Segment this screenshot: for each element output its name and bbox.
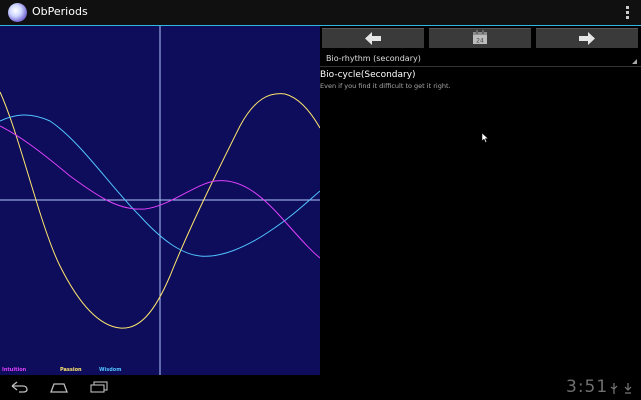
content-heading: Bio-cycle(Secondary) bbox=[320, 70, 416, 80]
home-icon[interactable] bbox=[50, 381, 68, 393]
arrow-left-icon bbox=[365, 32, 381, 45]
legend-intuition: Intuition bbox=[2, 367, 27, 373]
dropdown-selected-value: Bio-rhythm (secondary) bbox=[326, 54, 421, 63]
biorhythm-chart[interactable]: Intuition Passion Wisdom bbox=[0, 26, 320, 375]
arrow-right-icon bbox=[579, 32, 595, 45]
recents-icon[interactable] bbox=[90, 381, 108, 393]
system-navigation-bar: 3:51 bbox=[0, 375, 641, 400]
next-button[interactable] bbox=[536, 28, 638, 48]
content-description: Even if you find it difficult to get it … bbox=[320, 82, 451, 90]
prev-button[interactable] bbox=[322, 28, 424, 48]
dropdown-arrow-icon bbox=[632, 59, 637, 64]
legend-passion: Passion bbox=[60, 367, 82, 373]
back-icon[interactable] bbox=[10, 381, 28, 393]
clock: 3:51 bbox=[566, 377, 609, 397]
app-icon[interactable] bbox=[8, 3, 27, 22]
today-button[interactable]: 24 bbox=[429, 28, 531, 48]
usb-icon bbox=[610, 383, 618, 394]
app-title: ObPeriods bbox=[32, 5, 88, 18]
cycle-type-dropdown[interactable]: Bio-rhythm (secondary) bbox=[320, 51, 641, 67]
calendar-icon: 24 bbox=[473, 30, 487, 45]
chart-canvas bbox=[0, 26, 320, 375]
download-icon bbox=[624, 383, 632, 394]
overflow-menu-icon[interactable] bbox=[626, 6, 630, 20]
action-bar: ObPeriods bbox=[0, 0, 641, 26]
mouse-cursor-icon bbox=[482, 133, 489, 143]
calendar-day: 24 bbox=[476, 38, 484, 45]
legend-wisdom: Wisdom bbox=[99, 367, 122, 373]
